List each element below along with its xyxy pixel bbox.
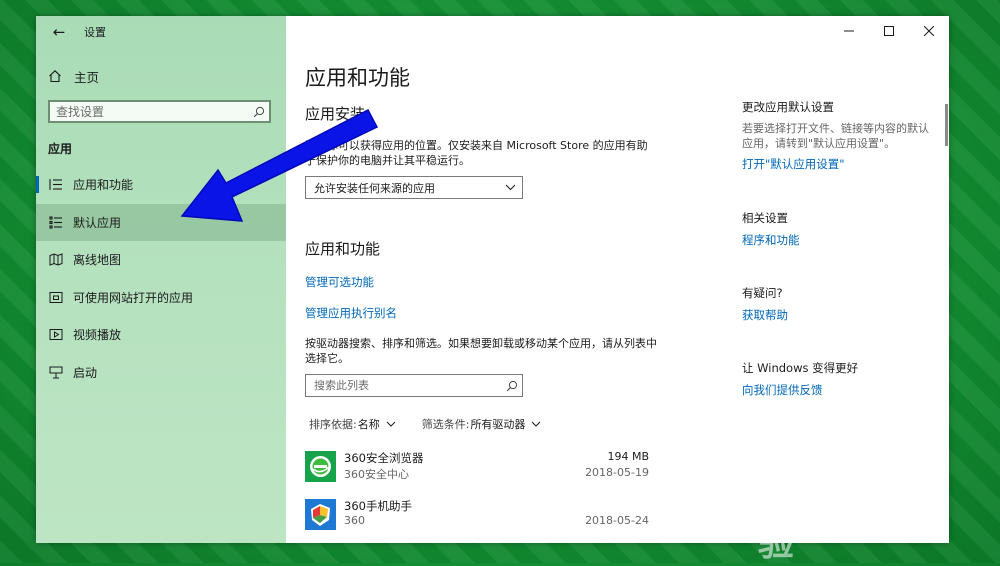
install-description: 选择你可以获得应用的位置。仅安装来自 Microsoft Store 的应用有助… xyxy=(305,139,648,167)
window-title: 设置 xyxy=(84,26,106,39)
sort-label: 排序依据: xyxy=(309,418,357,431)
programs-features-link[interactable]: 程序和功能 xyxy=(742,232,800,248)
360-browser-icon xyxy=(305,451,336,482)
sidebar-item-web-apps[interactable]: 可使用网站打开的应用 xyxy=(36,279,286,317)
app-date: 2018-05-24 xyxy=(585,514,649,527)
app-date: 2018-05-19 xyxy=(585,466,649,479)
app-name: 360安全浏览器 xyxy=(344,451,424,465)
features-description: 按驱动器搜索、排序和筛选。如果想要卸载或移动某个应用，请从列表中选择它。 xyxy=(305,337,657,365)
sidebar-item-default-apps[interactable]: 默认应用 xyxy=(36,203,286,241)
default-settings-heading: 更改应用默认设置 xyxy=(742,100,834,114)
scrollbar[interactable] xyxy=(945,104,948,146)
sidebar-section-title: 应用 xyxy=(48,142,73,156)
app-name: 360手机助手 xyxy=(344,499,412,513)
install-section-title: 应用安装 xyxy=(305,105,366,123)
chevron-down-icon xyxy=(505,184,516,191)
chevron-down-icon xyxy=(531,421,541,427)
window-controls xyxy=(829,16,949,46)
list-icon xyxy=(48,177,64,193)
close-icon xyxy=(924,26,934,36)
close-button[interactable] xyxy=(909,16,949,46)
sidebar-nav: 应用和功能 默认应用 离线地图 可使用网站打开的应用 视频播放 启动 xyxy=(36,166,286,391)
page-title: 应用和功能 xyxy=(305,66,410,90)
sidebar-item-label: 启动 xyxy=(73,365,98,380)
titlebar-left: ← 设置 xyxy=(36,16,286,48)
improve-windows-heading: 让 Windows 变得更好 xyxy=(742,361,859,375)
chevron-down-icon xyxy=(386,421,396,427)
back-arrow-icon: ← xyxy=(52,23,66,41)
app-size: 194 MB xyxy=(607,450,649,463)
minimize-button[interactable] xyxy=(829,16,869,46)
sidebar: ← 设置 主页 应用 应用和功能 xyxy=(36,16,286,543)
minimize-icon xyxy=(844,30,854,32)
settings-search[interactable] xyxy=(48,100,271,123)
360-phone-assistant-icon xyxy=(305,499,336,530)
manage-app-alias-link[interactable]: 管理应用执行别名 xyxy=(305,305,397,321)
sidebar-item-label: 可使用网站打开的应用 xyxy=(73,290,194,305)
app-publisher: 360 xyxy=(344,514,365,527)
baidu-watermark: Bai du 经验 jingyan.baidu.com xyxy=(758,452,958,564)
maximize-button[interactable] xyxy=(869,16,909,46)
web-app-icon xyxy=(48,289,64,305)
install-source-dropdown[interactable]: 允许安装任何来源的应用 xyxy=(305,176,523,199)
app-list-item[interactable]: 360安全浏览器 360安全中心 194 MB 2018-05-19 xyxy=(305,448,649,488)
watermark-url: jingyan.baidu.com xyxy=(762,516,873,530)
sidebar-item-label: 应用和功能 xyxy=(73,178,134,193)
app-list-item[interactable]: 360手机助手 360 2018-05-24 xyxy=(305,496,649,536)
sort-dropdown[interactable]: 排序依据: 名称 xyxy=(309,416,396,432)
sidebar-home[interactable]: 主页 xyxy=(48,66,99,86)
startup-icon xyxy=(48,364,64,380)
default-settings-text: 若要选择打开文件、链接等内容的默认应用，请转到"默认应用设置"。 xyxy=(742,122,929,150)
related-settings-heading: 相关设置 xyxy=(742,211,788,225)
app-list-search[interactable] xyxy=(305,374,523,397)
filter-dropdown[interactable]: 筛选条件: 所有驱动器 xyxy=(422,416,542,432)
filter-label: 筛选条件: xyxy=(421,418,470,431)
sidebar-item-offline-maps[interactable]: 离线地图 xyxy=(36,241,286,279)
back-button[interactable]: ← xyxy=(48,22,70,42)
watermark-brand: Bai du 经验 xyxy=(758,471,943,564)
home-label: 主页 xyxy=(74,69,100,85)
open-default-apps-link[interactable]: 打开"默认应用设置" xyxy=(742,156,845,172)
home-icon xyxy=(48,69,62,83)
search-icon[interactable] xyxy=(249,106,269,118)
search-icon[interactable] xyxy=(502,380,522,392)
maximize-icon xyxy=(884,26,894,36)
manage-optional-features-link[interactable]: 管理可选功能 xyxy=(305,274,374,290)
dropdown-value: 允许安装任何来源的应用 xyxy=(314,181,435,195)
sidebar-item-startup[interactable]: 启动 xyxy=(36,354,286,392)
get-help-link[interactable]: 获取帮助 xyxy=(742,307,788,323)
video-icon xyxy=(48,327,64,343)
feedback-link[interactable]: 向我们提供反馈 xyxy=(742,382,823,398)
default-apps-icon xyxy=(48,214,64,230)
sort-value: 名称 xyxy=(357,418,380,431)
sidebar-item-label: 默认应用 xyxy=(73,215,122,230)
app-list-search-input[interactable] xyxy=(306,375,502,396)
map-icon xyxy=(48,252,64,268)
sidebar-item-label: 离线地图 xyxy=(73,253,122,268)
list-filters: 排序依据: 名称 筛选条件: 所有驱动器 xyxy=(309,416,567,432)
sidebar-item-label: 视频播放 xyxy=(73,328,122,343)
sidebar-item-video-playback[interactable]: 视频播放 xyxy=(36,316,286,354)
filter-value: 所有驱动器 xyxy=(470,418,526,431)
selection-indicator xyxy=(36,176,39,193)
settings-search-input[interactable] xyxy=(50,102,249,121)
app-publisher: 360安全中心 xyxy=(344,468,409,481)
question-heading: 有疑问? xyxy=(742,286,783,300)
features-section-title: 应用和功能 xyxy=(305,240,381,258)
sidebar-item-apps-features[interactable]: 应用和功能 xyxy=(36,166,286,204)
